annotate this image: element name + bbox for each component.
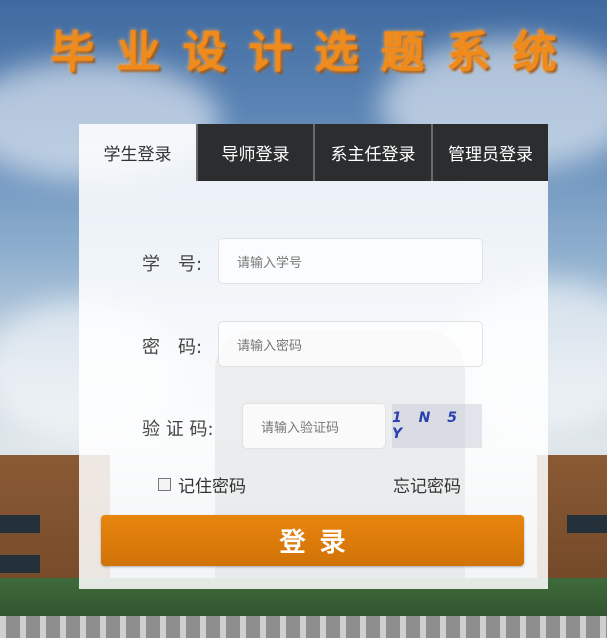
tab-advisor-login[interactable]: 导师登录 [196,124,313,181]
tab-admin-login[interactable]: 管理员登录 [431,124,548,181]
student-id-input[interactable]: 请输入学号 [218,238,483,284]
password-input[interactable]: 请输入密码 [218,321,483,367]
login-button[interactable]: 登录 [101,515,524,566]
login-tabs: 学生登录 导师登录 系主任登录 管理员登录 [79,124,548,181]
tab-dept-head-login[interactable]: 系主任登录 [313,124,431,181]
remember-checkbox[interactable] [158,478,171,491]
captcha-input[interactable]: 请输入验证码 [242,403,386,449]
remember-label: 记住密码 [178,477,246,497]
tab-student-login[interactable]: 学生登录 [79,124,196,181]
student-id-label: 学 号: [142,254,203,275]
fence [0,616,607,638]
password-label: 密 码: [142,337,203,358]
page-title: 毕业设计选题系统 [50,27,579,78]
remember-password[interactable]: 记住密码 [158,472,246,497]
forgot-password-link[interactable]: 忘记密码 [393,472,461,497]
captcha-image[interactable]: 1 N 5 Y [392,404,482,448]
captcha-label: 验 证 码: [142,419,214,440]
